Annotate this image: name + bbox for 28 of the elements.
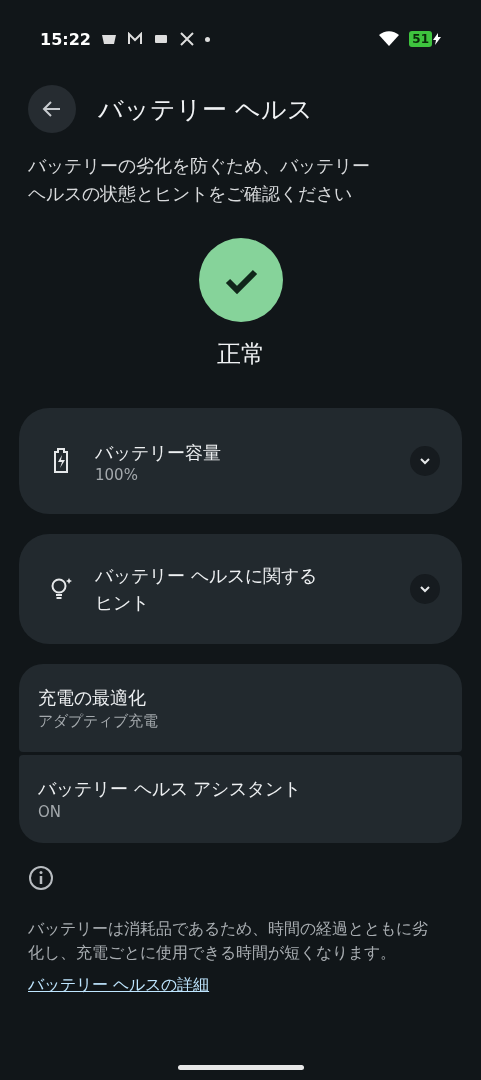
- chevron-icon[interactable]: [410, 574, 440, 604]
- details-link[interactable]: バッテリー ヘルスの詳細: [28, 975, 210, 996]
- item-subtitle: アダプティブ充電: [38, 711, 159, 731]
- settings-item[interactable]: 充電の最適化 アダプティブ充電: [19, 664, 462, 752]
- item-title: 充電の最適化: [38, 685, 147, 710]
- description-text: バッテリーの劣化を防ぐため、バッテリーヘルスの状態とヒントをご確認ください: [28, 154, 371, 206]
- back-button[interactable]: [28, 85, 76, 133]
- item-title: バッテリー ヘルス アシスタント: [38, 777, 303, 801]
- card-subtitle: 100%: [95, 465, 139, 484]
- status-time: 15:22: [40, 29, 91, 49]
- expandable-card[interactable]: バッテリー ヘルスに関するヒント: [19, 534, 462, 644]
- item-subtitle: ON: [38, 803, 63, 821]
- page-title: バッテリー ヘルス: [98, 93, 313, 126]
- card-title: バッテリー ヘルスに関するヒント: [95, 564, 318, 615]
- expandable-card[interactable]: バッテリー容量 100%: [19, 408, 462, 514]
- settings-item[interactable]: バッテリー ヘルス アシスタント ON: [19, 755, 462, 843]
- info-icon: [28, 865, 54, 891]
- chevron-icon[interactable]: [410, 446, 440, 476]
- battery-icon: 51: [409, 31, 432, 47]
- card-icon: [152, 32, 169, 46]
- card-title: バッテリー容量: [95, 440, 222, 465]
- footer-text: バッテリーは消耗品であるため、時間の経過とともに劣化し、充電ごとに使用できる時間が短くなります。: [28, 918, 428, 964]
- notification-icon: [100, 32, 117, 46]
- x-icon: [178, 32, 195, 46]
- mail-icon: [126, 32, 143, 46]
- status-label: 正常: [216, 339, 265, 370]
- wifi-icon: [379, 31, 400, 47]
- dot-icon: [204, 36, 210, 42]
